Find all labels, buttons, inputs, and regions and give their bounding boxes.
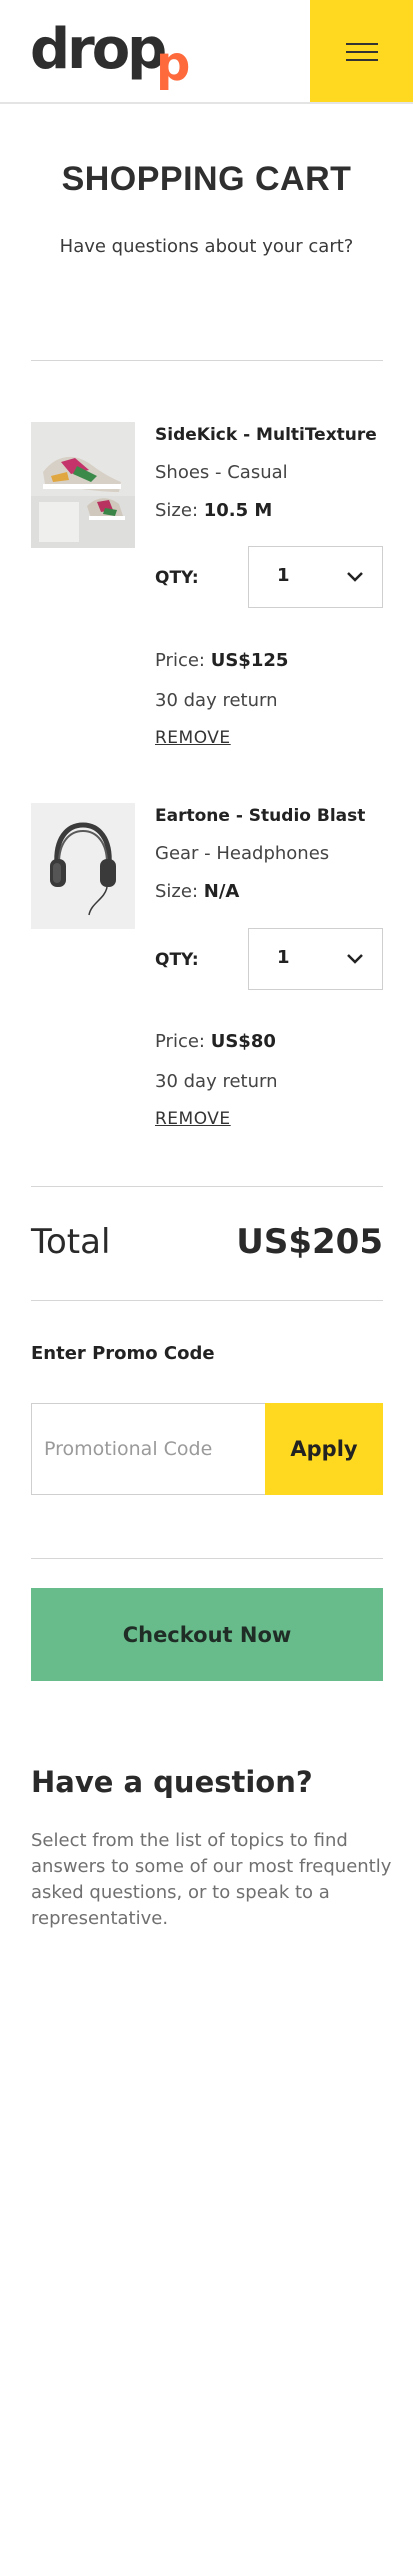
item-size: Size: 10.5 M — [155, 500, 273, 521]
apply-button[interactable]: Apply — [265, 1403, 383, 1495]
page-subtitle: Have questions about your cart? — [59, 236, 354, 257]
item-name[interactable]: SideKick - MultiTexture — [155, 425, 377, 445]
item-name[interactable]: Eartone - Studio Blast — [155, 806, 365, 826]
item-price-value: US$125 — [210, 650, 289, 671]
faq-description: Select from the list of topics to find a… — [31, 1830, 392, 1929]
chevron-down-icon — [347, 572, 363, 582]
remove-link[interactable]: REMOVE — [155, 728, 231, 748]
total-value: US$205 — [236, 1222, 383, 1262]
chevron-down-icon — [347, 954, 363, 964]
checkout-button[interactable]: Checkout Now — [31, 1588, 383, 1681]
divider — [31, 1300, 383, 1301]
sneaker-image[interactable] — [31, 422, 135, 548]
item-price: Price: US$125 — [155, 650, 289, 671]
logo-text: drop — [30, 17, 167, 82]
item-category: Gear - Headphones — [155, 843, 330, 864]
page-title: SHOPPING CART — [61, 160, 352, 198]
faq-heading: Have a question? — [31, 1765, 313, 1799]
item-price-value: US$80 — [210, 1031, 276, 1052]
item-size-value: N/A — [203, 881, 240, 902]
total-label: Total — [31, 1222, 111, 1262]
site-header: drop p — [0, 0, 413, 104]
item-category: Shoes - Casual — [155, 462, 288, 483]
item-size-value: 10.5 M — [203, 500, 273, 521]
item-price: Price: US$80 — [155, 1031, 276, 1052]
promo-code-input[interactable] — [31, 1403, 265, 1495]
quantity-value: 1 — [277, 947, 290, 968]
divider — [31, 360, 383, 361]
logo-accent-letter: p — [156, 36, 191, 92]
remove-link[interactable]: REMOVE — [155, 1109, 231, 1129]
quantity-select[interactable]: 1 — [248, 546, 383, 608]
item-size: Size: N/A — [155, 881, 240, 902]
quantity-value: 1 — [277, 565, 290, 586]
qty-label: QTY: — [155, 568, 199, 588]
return-policy: 30 day return — [155, 690, 278, 711]
divider — [31, 1186, 383, 1187]
promo-code-heading: Enter Promo Code — [31, 1343, 215, 1364]
return-policy: 30 day return — [155, 1071, 278, 1092]
qty-label: QTY: — [155, 950, 199, 970]
quantity-select[interactable]: 1 — [248, 928, 383, 990]
menu-button[interactable] — [310, 0, 413, 102]
divider — [31, 1558, 383, 1559]
headphones-image[interactable] — [31, 803, 135, 929]
